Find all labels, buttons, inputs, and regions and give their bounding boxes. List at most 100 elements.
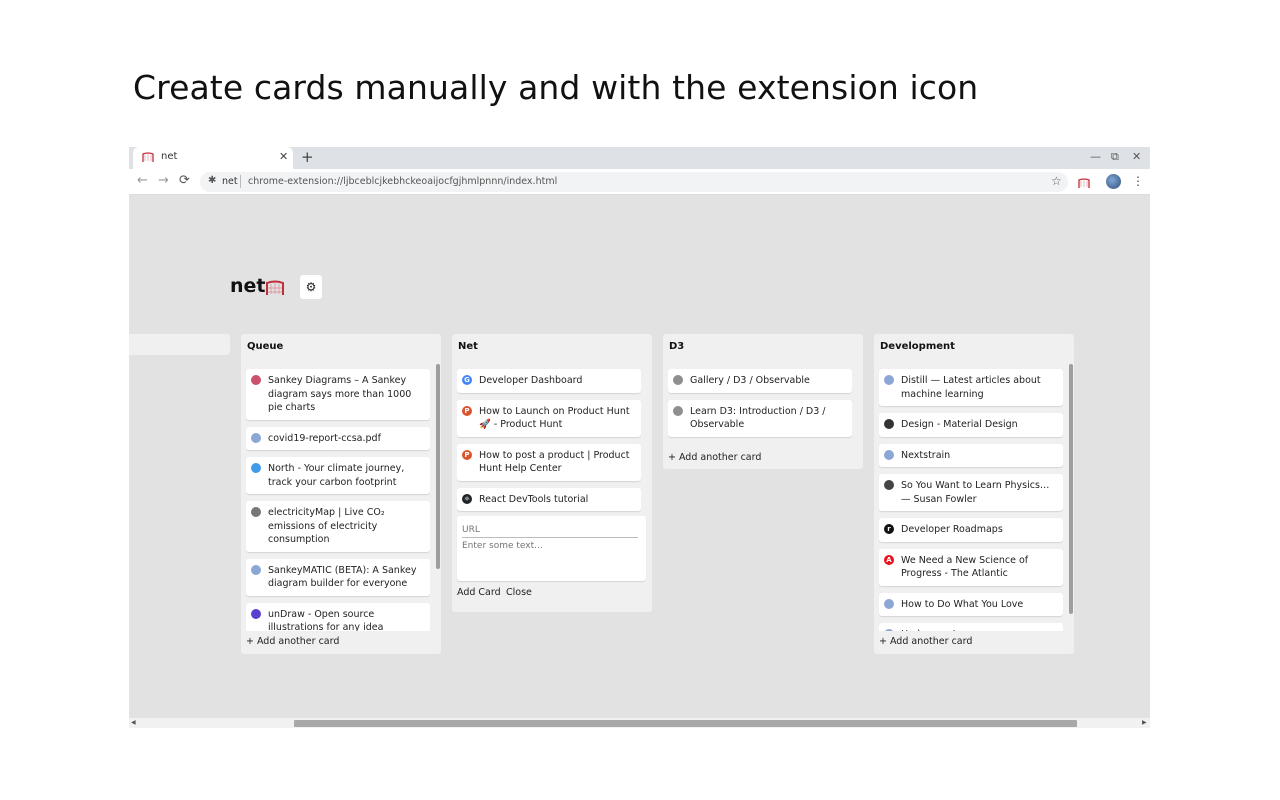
column-net: Net G Developer Dashboard P How to Launch o…	[452, 334, 652, 612]
card-text-input[interactable]	[462, 541, 638, 577]
card[interactable]: So You Want to Learn Physics… — Susan Fo…	[879, 474, 1063, 511]
close-tab-icon[interactable]: ✕	[279, 150, 288, 163]
electricitymap-favicon	[251, 507, 261, 517]
add-card-button[interactable]: + Add another card	[879, 636, 972, 647]
column-title: Net	[458, 341, 478, 352]
app-logo: net	[230, 275, 266, 297]
partial-column	[129, 334, 230, 355]
settings-button[interactable]: ⚙	[300, 275, 322, 299]
card-title: Learn D3: Introduction / D3 / Observable	[690, 405, 826, 431]
roadmap-icon: r	[884, 524, 894, 534]
globe-icon	[884, 449, 894, 460]
bookmark-star-icon[interactable]: ☆	[1051, 174, 1062, 188]
card-title: Developer Dashboard	[479, 375, 583, 386]
card[interactable]: SankeyMATIC (BETA): A Sankey diagram bui…	[246, 558, 430, 596]
card[interactable]: Nextstrain	[879, 443, 1063, 467]
browser-menu-icon[interactable]: ⋮	[1132, 174, 1144, 188]
add-card-button[interactable]: + Add another card	[246, 636, 339, 647]
add-card-submit-button[interactable]: Add Card	[457, 587, 501, 598]
column-scrollbar[interactable]	[1069, 364, 1073, 614]
card[interactable]: r Developer Roadmaps	[879, 518, 1063, 542]
minimize-icon[interactable]: —	[1090, 150, 1101, 163]
horizontal-scrollbar[interactable]: ◀ ▶	[129, 718, 1150, 728]
browser-window: net ✕ + — ⧉ ✕ ← → ⟳ ✱ net chrome-extensi…	[129, 147, 1150, 728]
card-title: How to post a product | Product Hunt Hel…	[479, 449, 630, 475]
globe-icon	[884, 598, 894, 609]
add-card-button[interactable]: + Add another card	[668, 452, 761, 463]
new-card-form	[457, 516, 646, 581]
card-list: Gallery / D3 / Observable Learn D3: Intro…	[668, 369, 852, 443]
column-title: D3	[669, 341, 685, 352]
page-headline: Create cards manually and with the exten…	[133, 68, 979, 107]
card[interactable]: electricityMap | Live CO₂ emissions of e…	[246, 501, 430, 552]
card-title: Nextstrain	[901, 449, 951, 461]
scroll-left-icon[interactable]: ◀	[131, 718, 136, 728]
card[interactable]: P How to Launch on Product Hunt 🚀 - Produ…	[457, 399, 641, 437]
address-separator	[240, 175, 241, 188]
globe-icon	[251, 432, 261, 443]
restore-icon[interactable]: ⧉	[1111, 150, 1119, 164]
card[interactable]: P How to post a product | Product Hunt He…	[457, 443, 641, 481]
atlantic-icon: A	[884, 554, 894, 565]
column-title: Development	[880, 341, 955, 352]
card-title: How to Do What You Love	[901, 598, 1024, 610]
browser-tab[interactable]: net ✕	[133, 147, 293, 169]
card[interactable]: ⚛ React DevTools tutorial	[457, 487, 641, 511]
north-favicon	[251, 463, 261, 473]
column-scrollbar[interactable]	[436, 364, 440, 569]
card[interactable]: How to Do What You Love	[879, 592, 1063, 616]
card-title: Distill — Latest articles about machine …	[901, 375, 1041, 400]
card-title: React DevTools tutorial	[479, 493, 589, 505]
column-title: Queue	[247, 341, 284, 352]
card[interactable]: unDraw - Open source illustrations for a…	[246, 602, 430, 631]
back-icon[interactable]: ←	[137, 173, 148, 188]
reload-icon[interactable]: ⟳	[179, 173, 190, 188]
card-title: So You Want to Learn Physics… — Susan Fo…	[901, 480, 1050, 505]
globe-icon	[884, 629, 894, 631]
forward-icon[interactable]: →	[158, 173, 169, 188]
card-title: Hedonometer	[901, 629, 966, 631]
address-url[interactable]: chrome-extension://ljbceblcjkebhckeoaijo…	[248, 176, 557, 187]
card[interactable]: Gallery / D3 / Observable	[668, 369, 852, 393]
profile-avatar[interactable]	[1106, 174, 1121, 189]
card-title: How to Launch on Product Hunt 🚀 - Produc…	[479, 405, 630, 431]
material-icon	[884, 419, 894, 429]
undraw-favicon	[251, 608, 261, 619]
goal-net-icon	[266, 280, 284, 295]
react-icon: ⚛	[462, 493, 472, 504]
card[interactable]: G Developer Dashboard	[457, 369, 641, 393]
observable-icon	[673, 375, 683, 385]
tab-strip: net ✕ + — ⧉ ✕	[129, 147, 1150, 169]
new-tab-button[interactable]: +	[301, 148, 314, 166]
card-title: North - Your climate journey, track your…	[268, 463, 405, 488]
card-title: We Need a New Science of Progress - The …	[901, 554, 1029, 580]
card[interactable]: North - Your climate journey, track your…	[246, 457, 430, 494]
producthunt-icon: P	[462, 449, 472, 460]
card-title: Gallery / D3 / Observable	[690, 375, 810, 386]
producthunt-icon: P	[462, 405, 472, 416]
close-window-icon[interactable]: ✕	[1132, 150, 1141, 163]
card[interactable]: A We Need a New Science of Progress - The…	[879, 548, 1063, 586]
extension-puzzle-icon: ✱	[208, 175, 217, 186]
net-extension-icon[interactable]	[1078, 178, 1090, 189]
scroll-right-icon[interactable]: ▶	[1142, 718, 1147, 728]
card[interactable]: Distill — Latest articles about machine …	[879, 369, 1063, 406]
url-input[interactable]	[462, 522, 638, 538]
column-queue: Queue Sankey Diagrams – A Sankey diagram…	[241, 334, 441, 654]
horizontal-scroll-thumb[interactable]	[294, 720, 1077, 727]
card-list: Sankey Diagrams – A Sankey diagram says …	[246, 369, 430, 631]
site-label: net	[222, 176, 238, 187]
sankey-favicon	[251, 375, 261, 385]
globe-icon	[251, 564, 261, 575]
card[interactable]: Learn D3: Introduction / D3 / Observable	[668, 399, 852, 437]
card-title: covid19-report-ccsa.pdf	[268, 432, 381, 444]
card[interactable]: Hedonometer	[879, 623, 1063, 631]
card[interactable]: covid19-report-ccsa.pdf	[246, 426, 430, 450]
observable-icon	[673, 405, 683, 416]
close-form-button[interactable]: Close	[506, 587, 532, 598]
card-title: Developer Roadmaps	[901, 524, 1003, 535]
card[interactable]: Design - Material Design	[879, 413, 1063, 437]
card-list: Distill — Latest articles about machine …	[879, 369, 1063, 631]
card[interactable]: Sankey Diagrams – A Sankey diagram says …	[246, 369, 430, 420]
address-bar[interactable]: ✱ net chrome-extension://ljbceblcjkebhck…	[200, 172, 1068, 192]
